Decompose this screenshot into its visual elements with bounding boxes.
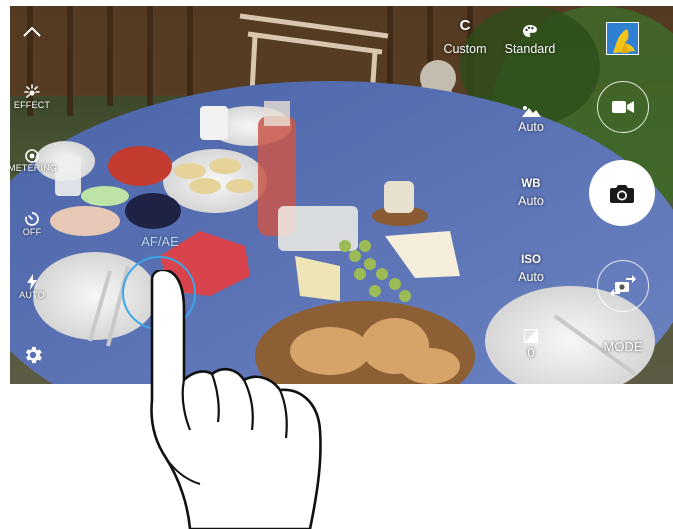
timer-button[interactable]: OFF (16, 211, 48, 237)
chevron-up-icon (23, 26, 41, 37)
metering-icon (25, 149, 39, 163)
timer-icon (25, 212, 39, 226)
timer-label: OFF (22, 227, 42, 237)
filter-label: Standard (504, 42, 556, 56)
scene-mode-icon (522, 106, 541, 117)
exposure-value: 0 (527, 346, 535, 360)
settings-gear-icon (26, 346, 42, 364)
mode-label: MODE (603, 339, 643, 354)
gallery-thumbnail-image (607, 23, 638, 54)
filter-button[interactable]: Standard (500, 24, 560, 56)
white-balance-value: Auto (518, 194, 544, 208)
iso-label: ISO (521, 254, 541, 266)
settings-button[interactable] (21, 344, 45, 368)
iso-value: Auto (518, 270, 544, 284)
metering-button[interactable]: METERING (10, 149, 58, 173)
camera-icon (610, 184, 634, 203)
gallery-thumbnail[interactable] (606, 22, 639, 55)
flash-icon (27, 274, 37, 290)
custom-mode-button[interactable]: C Custom (438, 16, 492, 56)
shutter-button[interactable] (589, 160, 655, 226)
mode-button[interactable]: MODE (596, 339, 650, 354)
flash-button[interactable]: AUTO (16, 274, 48, 300)
flash-label: AUTO (19, 290, 45, 300)
exposure-icon (524, 329, 538, 343)
record-video-button[interactable] (597, 81, 649, 133)
white-balance-label: WB (521, 178, 541, 190)
exposure-button[interactable]: 0 (515, 329, 547, 360)
metering-label: METERING (10, 163, 58, 173)
custom-mode-letter: C (459, 17, 471, 34)
switch-camera-icon (610, 275, 636, 297)
filter-palette-icon (523, 25, 537, 37)
iso-button[interactable]: ISO Auto (505, 254, 557, 284)
collapse-chevron-button[interactable] (20, 26, 44, 42)
scene-mode-button[interactable]: Auto (505, 104, 557, 134)
switch-camera-button[interactable] (597, 260, 649, 312)
effect-button[interactable]: EFFECT (10, 84, 54, 110)
scene-mode-value: Auto (518, 120, 544, 134)
effect-label: EFFECT (13, 100, 51, 110)
video-camera-icon (612, 101, 634, 113)
custom-mode-label: Custom (443, 42, 487, 56)
focus-label: AF/AE (141, 234, 179, 249)
effect-icon (24, 84, 40, 98)
hand-pointer-illustration (150, 270, 322, 529)
white-balance-button[interactable]: WB Auto (505, 178, 557, 208)
